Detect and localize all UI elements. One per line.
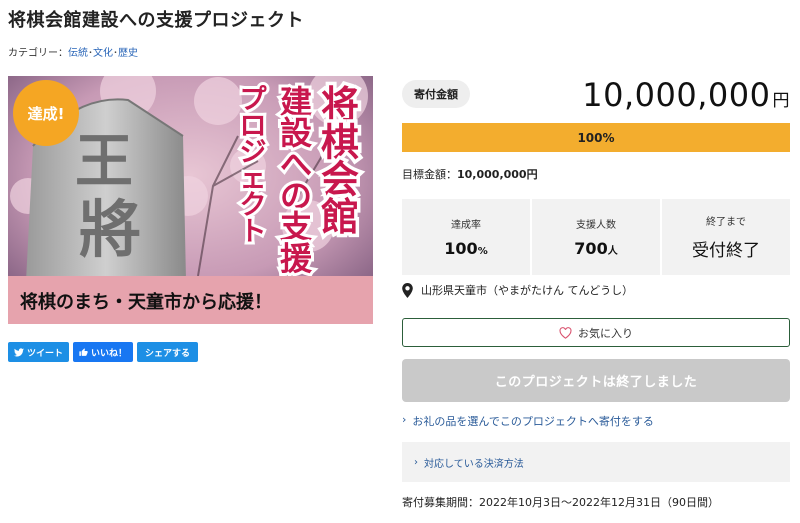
progress-text: 100% — [577, 130, 615, 145]
like-button[interactable]: いいね！ — [73, 342, 134, 362]
stone-char-general: 將 — [79, 193, 141, 266]
hero-banner-text: 将棋のまち・天童市から応援！ — [20, 291, 272, 313]
project-ended-button[interactable]: このプロジェクトは終了しました — [402, 359, 790, 402]
stone-char-king: 王 — [75, 127, 133, 195]
category-link-culture[interactable]: 文化 — [93, 48, 113, 59]
goal-value: 10,000,000円 — [457, 168, 538, 181]
thumbs-up-icon — [79, 347, 88, 356]
stat-time-remaining: 終了まで 受付終了 — [662, 199, 790, 275]
category-line: カテゴリー：伝統･文化･歴史 — [8, 48, 138, 59]
category-link-tradition[interactable]: 伝統 — [68, 48, 88, 59]
stat-value: 100% — [444, 239, 488, 258]
goal-amount: 目標金額：10,000,000円 — [402, 166, 538, 182]
location: 山形県天童市（やまがたけん てんどうし） — [402, 282, 633, 298]
gift-link-label: お礼の品を選んでこのプロジェクトへ寄付をする — [412, 415, 654, 428]
progress-bar: 100% — [402, 123, 790, 152]
share-label: シェアする — [145, 348, 191, 359]
stat-achievement-rate: 達成率 100% — [402, 199, 530, 275]
location-text: 山形県天童市（やまがたけん てんどうし） — [421, 284, 634, 297]
achieved-badge-label: 達成! — [28, 105, 65, 123]
page-title: 将棋会館建設への支援プロジェクト — [8, 10, 304, 31]
category-label: カテゴリー： — [8, 48, 68, 59]
stat-label: 終了まで — [706, 217, 746, 228]
amount-label-pill: 寄付金額 — [402, 80, 470, 108]
donation-amount-value: 10,000,000 — [582, 76, 771, 114]
donation-period: 寄付募集期間：2022年10月3日～2022年12月31日（90日間） — [402, 496, 719, 509]
category-link-history[interactable]: 歴史 — [118, 48, 138, 59]
share-button[interactable]: シェアする — [137, 342, 199, 362]
hero-illustration: 王 將 達成! 将棋会館 建設への支援 プロジェクト 将棋のまち・天童市から応援… — [8, 76, 373, 324]
payment-methods-toggle[interactable]: › 対応している決済方法 — [402, 442, 790, 482]
favorite-button[interactable]: お気に入り — [402, 318, 790, 347]
project-hero-image: 王 將 達成! 将棋会館 建設への支援 プロジェクト 将棋のまち・天童市から応援… — [8, 76, 373, 324]
stat-value: 受付終了 — [692, 241, 760, 261]
chevron-right-icon: › — [402, 413, 407, 426]
headline-line-3: プロジェクト — [240, 84, 268, 247]
stats-row: 達成率 100% 支援人数 700人 終了まで 受付終了 — [402, 199, 790, 275]
amount-row: 寄付金額 10,000,000 円 — [402, 76, 790, 116]
donation-amount-unit: 円 — [772, 91, 790, 111]
twitter-bird-icon — [14, 347, 24, 356]
funding-panel: 寄付金額 10,000,000 円 100% 目標金額：10,000,000円 達… — [402, 76, 790, 509]
headline-line-2: 建設への支援 — [280, 83, 313, 278]
payment-link-label: 対応している決済方法 — [424, 458, 524, 470]
map-pin-icon — [402, 282, 413, 298]
share-buttons: ツイート いいね！ シェアする — [8, 342, 199, 362]
stat-label: 達成率 — [451, 220, 481, 231]
like-label: いいね！ — [91, 348, 128, 359]
goal-label: 目標金額： — [402, 168, 457, 181]
stat-supporters: 支援人数 700人 — [532, 199, 660, 275]
gift-donation-link[interactable]: › お礼の品を選んでこのプロジェクトへ寄付をする — [402, 413, 654, 429]
chevron-right-icon: › — [414, 456, 418, 468]
headline-line-1: 将棋会館 — [321, 82, 359, 239]
heart-icon — [559, 326, 572, 339]
stat-label: 支援人数 — [576, 220, 616, 231]
stat-value: 700人 — [574, 239, 618, 258]
tweet-label: ツイート — [27, 348, 64, 359]
donation-amount: 10,000,000 円 — [582, 76, 790, 114]
favorite-label: お気に入り — [578, 326, 633, 340]
tweet-button[interactable]: ツイート — [8, 342, 70, 362]
